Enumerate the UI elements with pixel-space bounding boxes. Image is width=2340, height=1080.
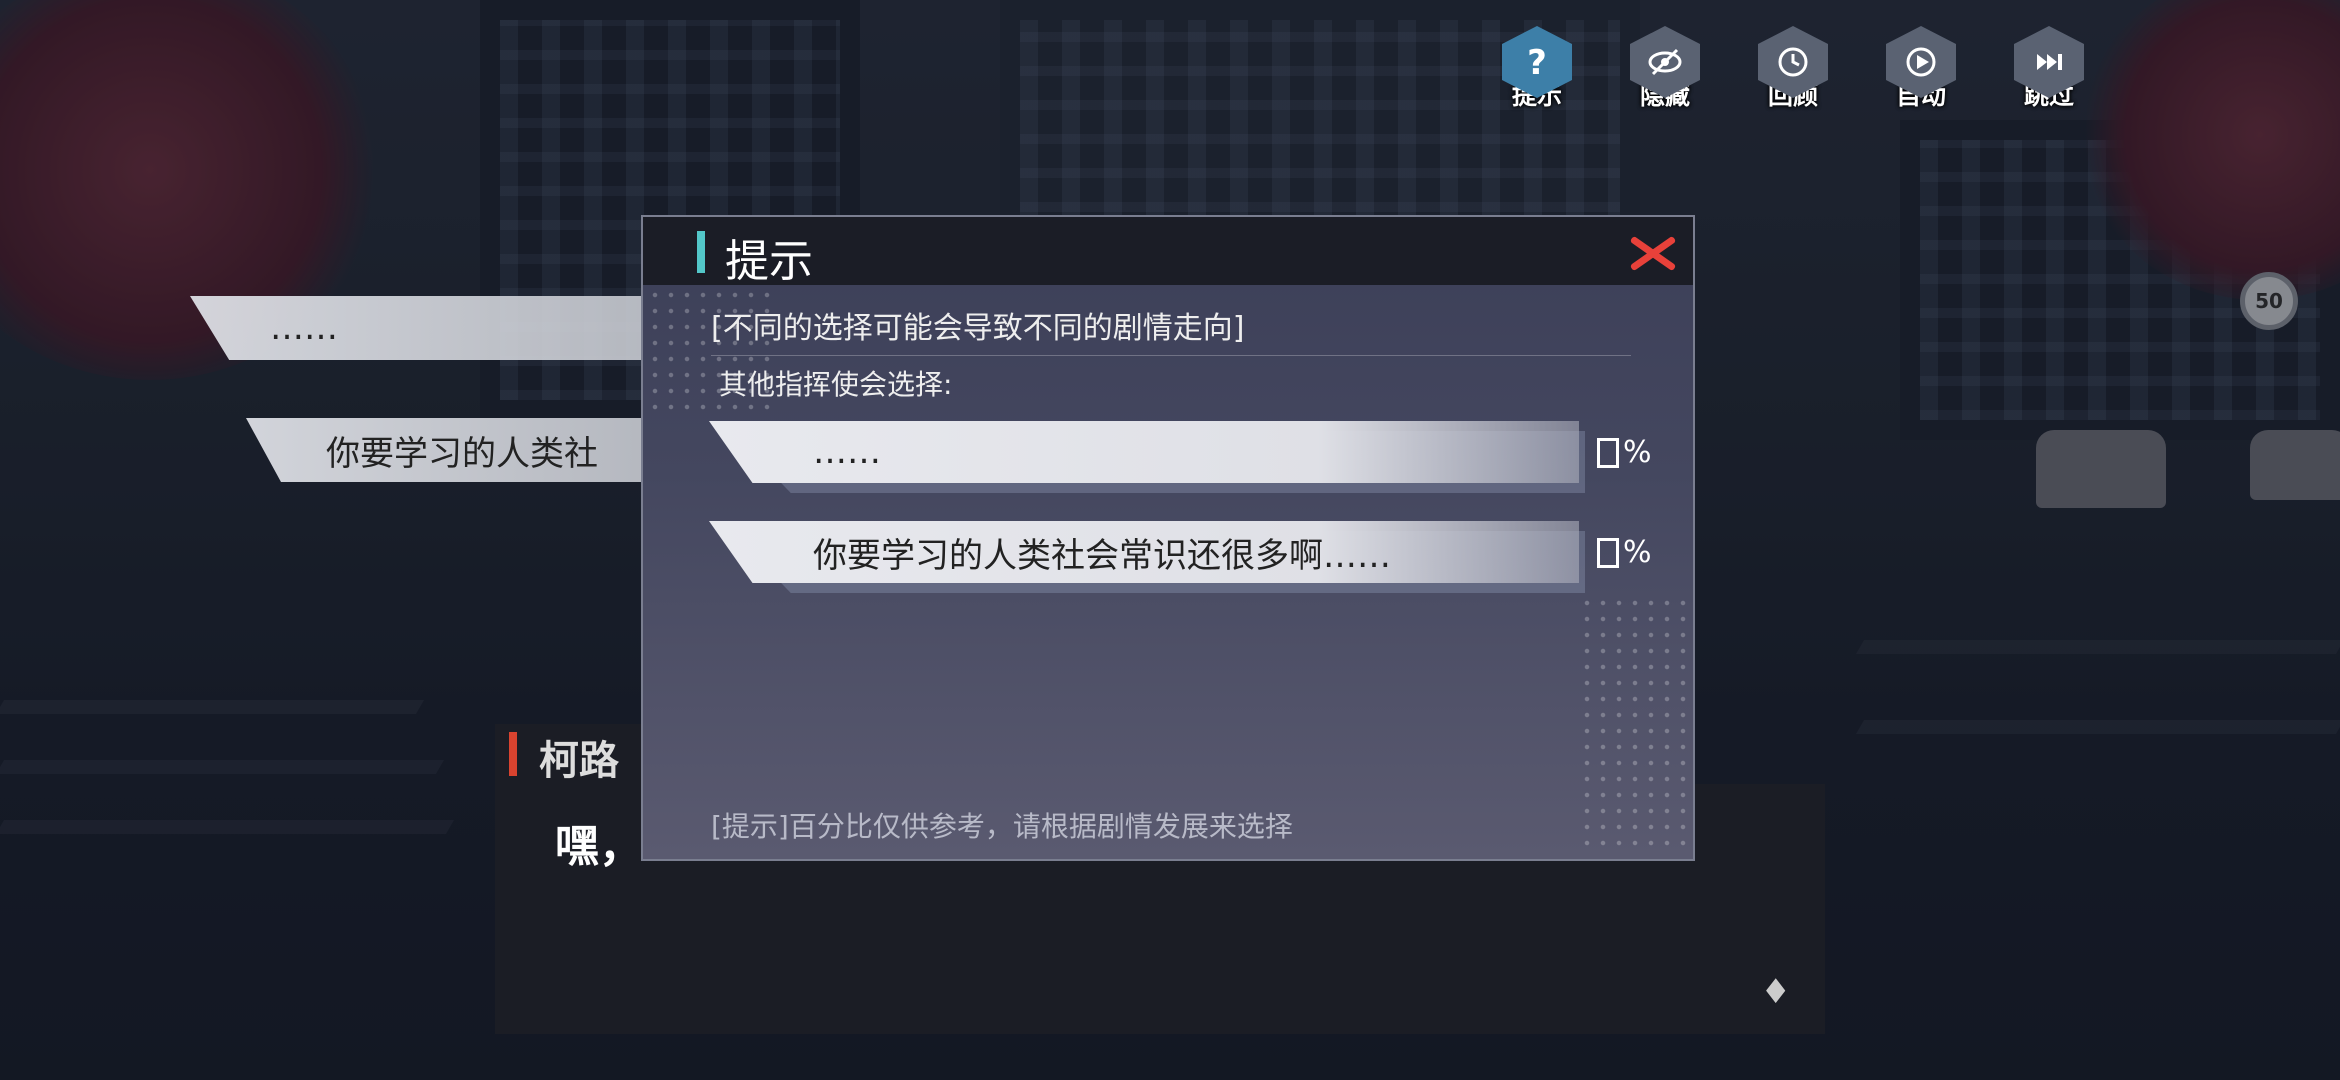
dialogue-text: 嘿， [555, 821, 643, 872]
title-accent [697, 231, 705, 273]
option-text: 你要学习的人类社会常识还很多啊…… [709, 521, 1579, 583]
option-text: …… [709, 421, 1579, 483]
skip-button[interactable]: 跳过 [2012, 26, 2086, 112]
svg-text:?: ? [1527, 43, 1547, 82]
speaker-tag: 柯路 [495, 724, 645, 784]
modal-header: 提示 [643, 217, 1693, 287]
dot-pattern [1579, 595, 1689, 855]
speaker-name: 柯路 [539, 738, 619, 784]
hide-button[interactable]: 隐藏 [1628, 26, 1702, 112]
others-choose-label: 其他指挥使会选择: [719, 368, 953, 401]
choice-notice: [不同的选择可能会导致不同的剧情走向] [711, 311, 1245, 346]
percent-placeholder-box [1597, 437, 1619, 468]
hint-button[interactable]: ? 提示 [1500, 26, 1574, 112]
choice-option-1[interactable]: …… [709, 421, 1585, 493]
review-button[interactable]: 回顾 [1756, 26, 1830, 112]
next-indicator-icon: ♦ [1760, 972, 1791, 1012]
percent-placeholder-box [1597, 537, 1619, 568]
hint-footer: [提示]百分比仅供参考，请根据剧情发展来选择 [711, 810, 1293, 843]
option-percent: % [1597, 435, 1652, 470]
story-toolbar: ? 提示 隐藏 回顾 自动 跳过 [1500, 26, 2086, 112]
speaker-accent [509, 732, 517, 776]
modal-title: 提示 [725, 236, 813, 287]
percent-sign: % [1623, 435, 1652, 470]
choice-option-2[interactable]: 你要学习的人类社会常识还很多啊…… [709, 521, 1585, 593]
percent-sign: % [1623, 535, 1652, 570]
divider [711, 355, 1631, 356]
option-percent: % [1597, 535, 1652, 570]
close-icon[interactable] [1631, 231, 1675, 275]
auto-button[interactable]: 自动 [1884, 26, 1958, 112]
hint-modal: 提示 [不同的选择可能会导致不同的剧情走向] 其他指挥使会选择: …… % 你要… [641, 215, 1695, 861]
